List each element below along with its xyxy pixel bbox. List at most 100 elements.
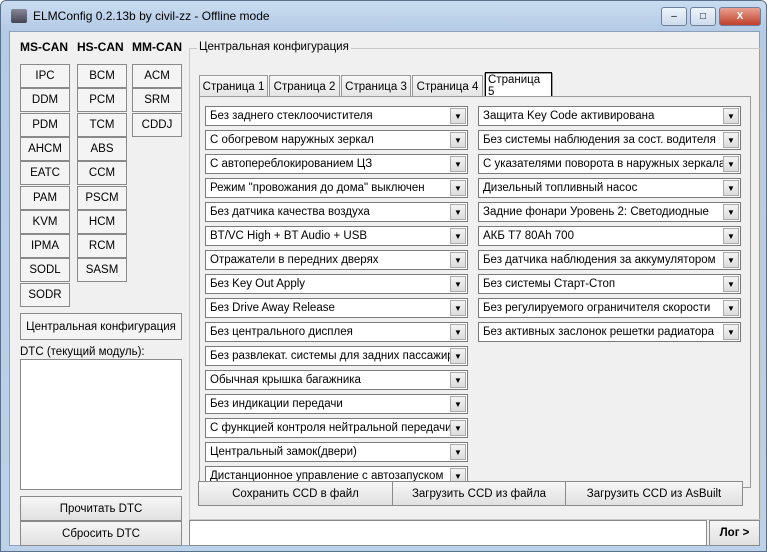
config-dropdown[interactable]: Без Key Out Apply ▼ <box>205 274 468 294</box>
reset-dtc-button[interactable]: Сбросить DTC <box>20 521 182 546</box>
config-dropdown[interactable]: С функцией контроля нейтральной передачи… <box>205 418 468 438</box>
load-ccd-asbuilt-button[interactable]: Загрузить CCD из AsBuilt <box>565 481 743 506</box>
chevron-down-icon[interactable]: ▼ <box>450 156 466 172</box>
chevron-down-icon[interactable]: ▼ <box>450 444 466 460</box>
tab-page-5[interactable]: Страница 5 <box>484 71 553 100</box>
config-dropdown[interactable]: Без датчика качества воздуха ▼ <box>205 202 468 222</box>
config-dropdown[interactable]: Задние фонари Уровень 2: Светодиодные ▼ <box>478 202 741 222</box>
tab-page-1[interactable]: Страница 1 <box>199 75 268 97</box>
config-dropdown[interactable]: Без развлекат. системы для задних пассаж… <box>205 346 468 366</box>
module-button-cddj[interactable]: CDDJ <box>132 112 182 137</box>
hs-can-header: HS-CAN <box>77 40 124 54</box>
dtc-list[interactable] <box>20 359 182 490</box>
config-dropdown[interactable]: С автопереблокированием ЦЗ ▼ <box>205 154 468 174</box>
config-dropdown[interactable]: Без активных заслонок решетки радиатора ▼ <box>478 322 741 342</box>
module-button-pam[interactable]: PAM <box>20 185 70 210</box>
module-button-ddm[interactable]: DDM <box>20 88 70 113</box>
module-button-pscm[interactable]: PSCM <box>77 185 127 210</box>
module-button-kvm[interactable]: KVM <box>20 209 70 234</box>
dropdown-value: Без центрального дисплея <box>210 326 353 338</box>
module-button-bcm[interactable]: BCM <box>77 64 127 88</box>
dropdown-value: Обычная крышка багажника <box>210 374 361 386</box>
config-dropdown[interactable]: Без заднего стеклоочистителя ▼ <box>205 106 468 126</box>
close-button[interactable]: X <box>719 7 761 26</box>
module-button-eatc[interactable]: EATC <box>20 161 70 186</box>
tab-page-2[interactable]: Страница 2 <box>269 75 340 97</box>
config-dropdown[interactable]: Без Drive Away Release ▼ <box>205 298 468 318</box>
module-button-acm[interactable]: ACM <box>132 64 182 88</box>
module-button-ipc[interactable]: IPC <box>20 64 70 88</box>
config-dropdown[interactable]: Без центрального дисплея ▼ <box>205 322 468 342</box>
maximize-button[interactable]: □ <box>690 7 716 26</box>
chevron-down-icon[interactable]: ▼ <box>723 228 739 244</box>
tab-panel: Без заднего стеклоочистителя ▼ С обогревом… <box>199 96 751 488</box>
read-dtc-button[interactable]: Прочитать DTC <box>20 496 182 521</box>
module-button-pcm[interactable]: PCM <box>77 88 127 113</box>
chevron-down-icon[interactable]: ▼ <box>723 108 739 124</box>
module-button-rcm[interactable]: RCM <box>77 234 127 259</box>
chevron-down-icon[interactable]: ▼ <box>450 348 466 364</box>
log-field[interactable] <box>189 520 707 546</box>
chevron-down-icon[interactable]: ▼ <box>450 204 466 220</box>
module-button-tcm[interactable]: TCM <box>77 112 127 137</box>
chevron-down-icon[interactable]: ▼ <box>450 300 466 316</box>
module-button-srm[interactable]: SRM <box>132 88 182 113</box>
chevron-down-icon[interactable]: ▼ <box>723 276 739 292</box>
dropdown-value: Без индикации передачи <box>210 398 343 410</box>
module-button-sasm[interactable]: SASM <box>77 258 127 283</box>
module-button-ipma[interactable]: IPMA <box>20 234 70 259</box>
dropdown-value: Без регулируемого ограничителя скорости <box>483 302 711 314</box>
module-button-ccm[interactable]: CCM <box>77 161 127 186</box>
chevron-down-icon[interactable]: ▼ <box>450 228 466 244</box>
module-button-ahcm[interactable]: AHCM <box>20 136 70 161</box>
save-ccd-button[interactable]: Сохранить CCD в файл <box>198 481 393 506</box>
config-dropdown[interactable]: Обычная крышка багажника ▼ <box>205 370 468 390</box>
config-dropdown[interactable]: Центральный замок(двери) ▼ <box>205 442 468 462</box>
chevron-down-icon[interactable]: ▼ <box>450 132 466 148</box>
dropdown-value: BT/VC High + BT Audio + USB <box>210 230 368 242</box>
config-dropdown[interactable]: BT/VC High + BT Audio + USB ▼ <box>205 226 468 246</box>
module-button-sodl[interactable]: SODL <box>20 258 70 283</box>
config-dropdown[interactable]: Отражатели в передних дверях ▼ <box>205 250 468 270</box>
chevron-down-icon[interactable]: ▼ <box>450 396 466 412</box>
chevron-down-icon[interactable]: ▼ <box>450 324 466 340</box>
central-config-button[interactable]: Центральная конфигурация <box>20 313 182 340</box>
chevron-down-icon[interactable]: ▼ <box>723 204 739 220</box>
config-dropdown[interactable]: Дизельный топливный насос ▼ <box>478 178 741 198</box>
app-window: ELMConfig 0.2.13b by civil-zz - Offline … <box>0 0 767 552</box>
config-dropdown[interactable]: Без системы Старт-Стоп ▼ <box>478 274 741 294</box>
client-area: MS-CAN HS-CAN MM-CAN IPC DDM PDM AHCM EATC PA… <box>9 31 761 546</box>
chevron-down-icon[interactable]: ▼ <box>723 300 739 316</box>
module-button-sodr[interactable]: SODR <box>20 282 70 307</box>
config-dropdown[interactable]: С обогревом наружных зеркал ▼ <box>205 130 468 150</box>
config-dropdown[interactable]: С указателями поворота в наружных зеркал… <box>478 154 741 174</box>
chevron-down-icon[interactable]: ▼ <box>450 252 466 268</box>
config-dropdown[interactable]: Без датчика наблюдения за аккумулятором ▼ <box>478 250 741 270</box>
chevron-down-icon[interactable]: ▼ <box>450 180 466 196</box>
config-dropdown[interactable]: Защита Key Code активирована ▼ <box>478 106 741 126</box>
chevron-down-icon[interactable]: ▼ <box>723 132 739 148</box>
chevron-down-icon[interactable]: ▼ <box>723 180 739 196</box>
chevron-down-icon[interactable]: ▼ <box>450 108 466 124</box>
dropdown-value: С обогревом наружных зеркал <box>210 134 374 146</box>
module-button-pdm[interactable]: PDM <box>20 112 70 137</box>
config-dropdown[interactable]: Без индикации передачи ▼ <box>205 394 468 414</box>
config-dropdown[interactable]: АКБ T7 80Ah 700 ▼ <box>478 226 741 246</box>
chevron-down-icon[interactable]: ▼ <box>450 420 466 436</box>
chevron-down-icon[interactable]: ▼ <box>450 276 466 292</box>
log-button[interactable]: Лог > <box>709 520 760 546</box>
module-button-hcm[interactable]: HCM <box>77 209 127 234</box>
config-dropdown[interactable]: Без регулируемого ограничителя скорости ▼ <box>478 298 741 318</box>
tab-page-4[interactable]: Страница 4 <box>412 75 483 97</box>
chevron-down-icon[interactable]: ▼ <box>723 324 739 340</box>
config-dropdown[interactable]: Режим "провожания до дома" выключен ▼ <box>205 178 468 198</box>
minimize-button[interactable]: – <box>661 7 687 26</box>
chevron-down-icon[interactable]: ▼ <box>723 156 739 172</box>
chevron-down-icon[interactable]: ▼ <box>450 372 466 388</box>
tab-page-3[interactable]: Страница 3 <box>341 75 411 97</box>
dropdown-value: Без системы Старт-Стоп <box>483 278 616 290</box>
load-ccd-file-button[interactable]: Загрузить CCD из файла <box>392 481 566 506</box>
module-button-abs[interactable]: ABS <box>77 136 127 161</box>
config-dropdown[interactable]: Без системы наблюдения за сост. водителя… <box>478 130 741 150</box>
chevron-down-icon[interactable]: ▼ <box>723 252 739 268</box>
